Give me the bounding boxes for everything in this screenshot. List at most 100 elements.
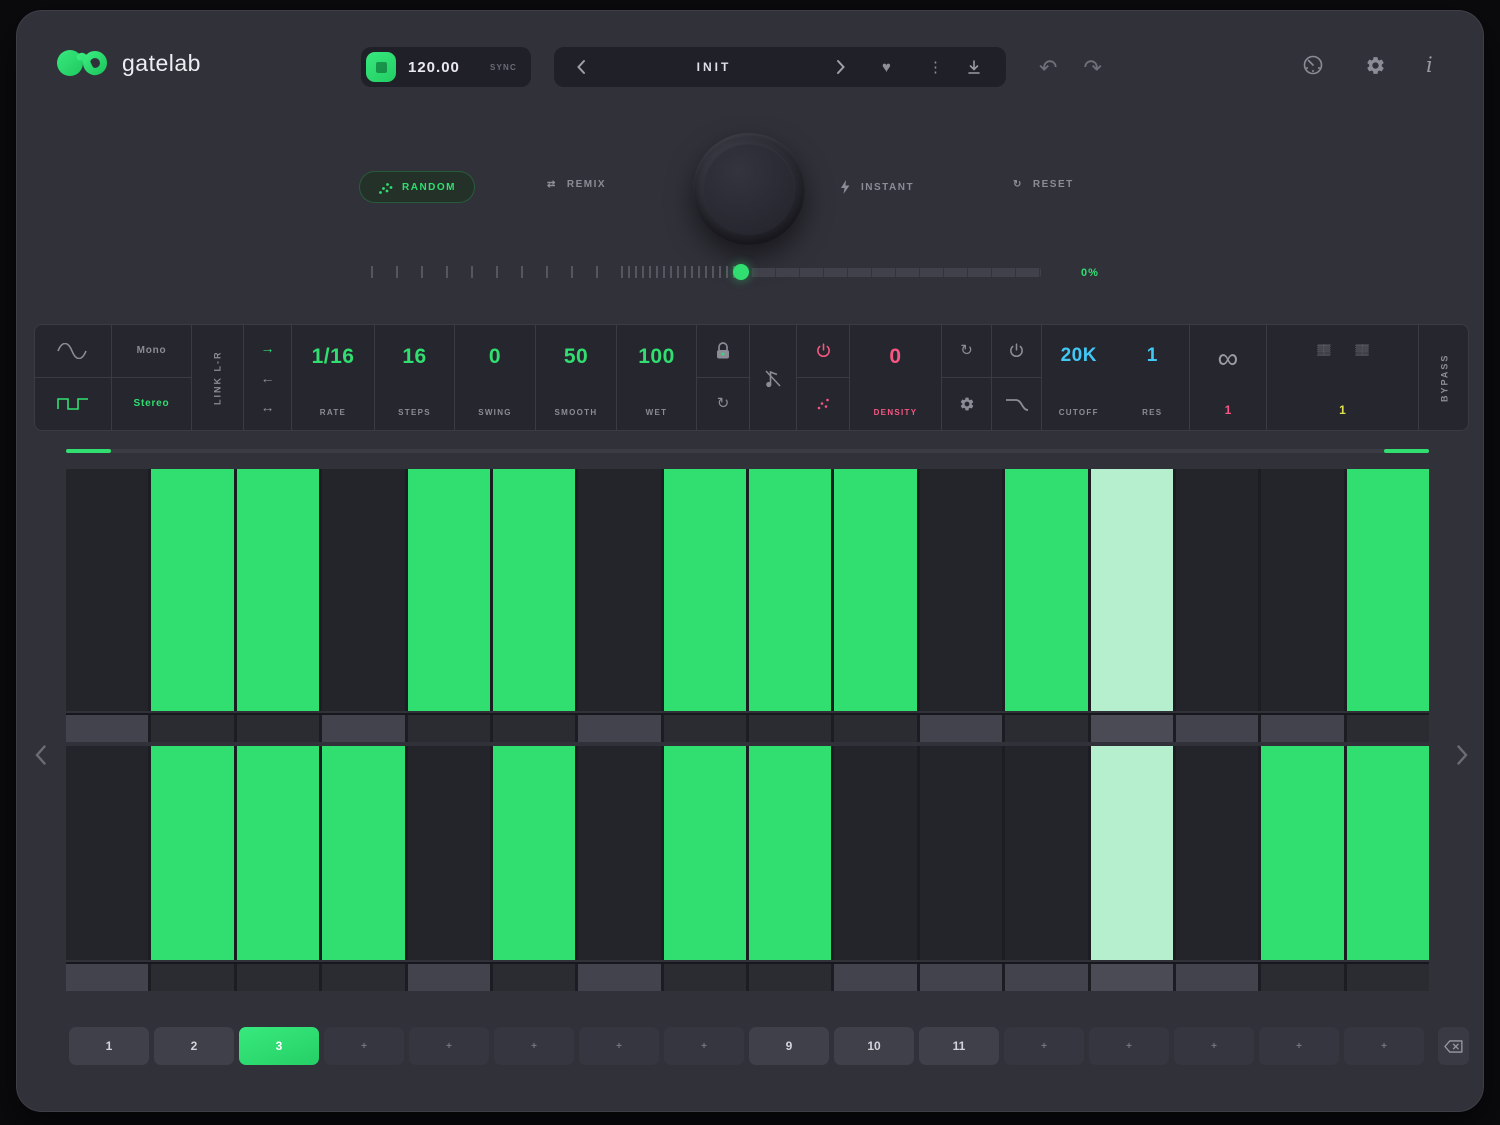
step-slot-left-6[interactable] [493,715,575,742]
step-left-12[interactable] [1005,469,1087,711]
pattern-slot-3[interactable]: 3 [239,1027,319,1065]
reset-button[interactable]: ↻ RESET [1013,179,1074,190]
bypass-toggle[interactable]: BYPASS [1419,325,1469,430]
step-slot-right-5[interactable] [408,964,490,991]
undo-button[interactable]: ↶ [1039,55,1057,81]
step-slot-left-2[interactable] [151,715,233,742]
step-slot-left-1[interactable] [66,715,148,742]
step-slot-right-4[interactable] [322,964,404,991]
step-slot-left-13[interactable] [1091,715,1173,742]
pattern-slot-15[interactable]: + [1259,1027,1339,1065]
step-slot-right-12[interactable] [1005,964,1087,991]
density-control[interactable]: 0 DENSITY [850,325,942,430]
steps-control[interactable]: 16 STEPS [375,325,455,430]
clear-pattern-button[interactable] [1438,1027,1469,1065]
preset-menu-button[interactable]: ⋮ [928,58,943,76]
step-right-11[interactable] [920,746,1002,960]
wet-control[interactable]: 100 WET [617,325,697,430]
step-left-13[interactable] [1091,469,1173,711]
sequence-scrollbar[interactable] [66,449,1429,453]
cutoff-control[interactable]: 20K CUTOFF [1042,325,1116,430]
pattern-slot-11[interactable]: 11 [919,1027,999,1065]
step-slot-right-9[interactable] [749,964,831,991]
direction-pingpong-icon[interactable]: ↔ [261,400,275,414]
filter-type-button[interactable] [992,378,1041,431]
rate-control[interactable]: 1/16 RATE [292,325,375,430]
pattern-slot-7[interactable]: + [579,1027,659,1065]
note-mute-toggle[interactable] [750,325,797,430]
step-slot-left-11[interactable] [920,715,1002,742]
step-right-2[interactable] [151,746,233,960]
main-knob[interactable] [693,133,805,245]
step-slot-right-7[interactable] [578,964,660,991]
step-left-11[interactable] [920,469,1002,711]
instant-button[interactable]: INSTANT [839,179,914,195]
step-slot-right-11[interactable] [920,964,1002,991]
step-right-8[interactable] [664,746,746,960]
step-right-15[interactable] [1261,746,1343,960]
step-slot-left-16[interactable] [1347,715,1429,742]
step-left-3[interactable] [237,469,319,711]
pattern-slot-12[interactable]: + [1004,1027,1084,1065]
info-button[interactable]: i [1426,53,1433,77]
step-right-4[interactable] [322,746,404,960]
direction-backward-icon[interactable]: ← [261,371,275,385]
step-slot-left-10[interactable] [834,715,916,742]
redo-button[interactable]: ↷ [1083,55,1101,81]
square-wave-button[interactable] [35,378,111,431]
step-right-7[interactable] [578,746,660,960]
filter-power-button[interactable] [992,325,1041,378]
step-slot-left-3[interactable] [237,715,319,742]
step-right-13[interactable] [1091,746,1173,960]
midi-button[interactable] [1301,53,1325,77]
step-slot-right-14[interactable] [1176,964,1258,991]
pattern-slot-2[interactable]: 2 [154,1027,234,1065]
stop-button[interactable] [366,52,396,82]
step-left-7[interactable] [578,469,660,711]
pattern-slot-9[interactable]: 9 [749,1027,829,1065]
step-left-14[interactable] [1176,469,1258,711]
step-slot-left-15[interactable] [1261,715,1343,742]
direction-forward-icon[interactable]: → [261,341,275,355]
dither-control[interactable]: ▒▒ ▒▒ 1 [1267,325,1419,430]
step-left-4[interactable] [322,469,404,711]
mono-button[interactable]: Mono [112,325,191,378]
step-left-8[interactable] [664,469,746,711]
step-slot-left-14[interactable] [1176,715,1258,742]
step-right-1[interactable] [66,746,148,960]
step-right-3[interactable] [237,746,319,960]
filter-settings-button[interactable] [942,378,991,431]
step-right-16[interactable] [1347,746,1429,960]
pattern-slot-5[interactable]: + [409,1027,489,1065]
step-right-6[interactable] [493,746,575,960]
step-right-10[interactable] [834,746,916,960]
preset-prev-button[interactable] [576,59,586,75]
pattern-slot-8[interactable]: + [664,1027,744,1065]
preset-name[interactable]: INIT [614,60,814,74]
step-slot-right-2[interactable] [151,964,233,991]
step-slot-right-16[interactable] [1347,964,1429,991]
step-slot-right-15[interactable] [1261,964,1343,991]
step-right-5[interactable] [408,746,490,960]
density-random-button[interactable] [797,378,849,431]
step-right-14[interactable] [1176,746,1258,960]
save-preset-button[interactable] [966,59,982,75]
settings-button[interactable] [1365,55,1386,76]
filter-cycle-button[interactable]: ↻ [942,325,991,378]
step-slot-left-7[interactable] [578,715,660,742]
step-left-10[interactable] [834,469,916,711]
step-left-1[interactable] [66,469,148,711]
step-right-12[interactable] [1005,746,1087,960]
link-lr-toggle[interactable]: LINK L-R [192,325,244,430]
bpm-value[interactable]: 120.00 [408,59,460,76]
remix-button[interactable]: ⇄ REMIX [547,179,606,190]
pattern-slot-6[interactable]: + [494,1027,574,1065]
lock-cycle-button[interactable]: ↻ [697,378,749,431]
favorite-button[interactable]: ♥ [882,59,891,76]
swing-control[interactable]: 0 SWING [455,325,536,430]
step-left-5[interactable] [408,469,490,711]
step-slot-right-8[interactable] [664,964,746,991]
step-slot-right-6[interactable] [493,964,575,991]
preset-next-button[interactable] [836,59,846,75]
pattern-slot-16[interactable]: + [1344,1027,1424,1065]
